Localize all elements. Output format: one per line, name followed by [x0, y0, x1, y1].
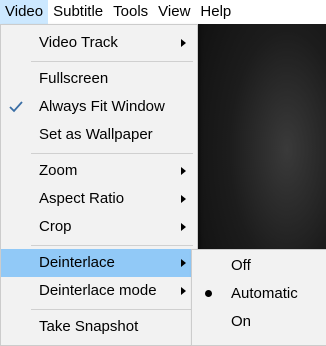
- checkmark-icon: [9, 101, 23, 113]
- menu-item-fullscreen[interactable]: Fullscreen: [1, 65, 197, 93]
- menu-help[interactable]: Help: [195, 0, 236, 24]
- menu-video[interactable]: Video: [0, 0, 49, 24]
- menu-separator: [31, 309, 193, 310]
- radio-bullet-icon: [205, 290, 212, 297]
- menu-item-label: Off: [231, 257, 251, 274]
- menu-item-label: On: [231, 313, 252, 330]
- menu-separator: [31, 61, 193, 62]
- menu-item-set-as-wallpaper[interactable]: Set as Wallpaper: [1, 121, 197, 149]
- menu-tools[interactable]: Tools: [108, 0, 153, 24]
- menu-item-label: Take Snapshot: [39, 318, 139, 335]
- menu-item-label: Always Fit Window: [39, 98, 165, 115]
- menu-item-on[interactable]: On: [192, 308, 326, 336]
- menu-item-aspect-ratio[interactable]: Aspect Ratio: [1, 185, 197, 213]
- menu-item-label: Crop: [39, 218, 72, 235]
- submenu-arrow-icon: [181, 259, 186, 267]
- menu-item-deinterlace[interactable]: Deinterlace: [1, 249, 197, 277]
- menu-item-label: Automatic: [231, 285, 298, 302]
- menu-item-always-fit-window[interactable]: Always Fit Window: [1, 93, 197, 121]
- menu-item-crop[interactable]: Crop: [1, 213, 197, 241]
- deinterlace-submenu: Off Automatic On: [191, 249, 326, 346]
- menu-item-label: Fullscreen: [39, 70, 109, 87]
- menu-subtitle[interactable]: Subtitle: [48, 0, 108, 24]
- video-menu: Video Track Fullscreen Always Fit Window…: [0, 24, 198, 346]
- menu-item-automatic[interactable]: Automatic: [192, 280, 326, 308]
- submenu-arrow-icon: [181, 195, 186, 203]
- menu-item-label: Zoom: [39, 162, 78, 179]
- menu-item-off[interactable]: Off: [192, 252, 326, 280]
- menu-item-label: Set as Wallpaper: [39, 126, 153, 143]
- submenu-arrow-icon: [181, 39, 186, 47]
- menu-item-take-snapshot[interactable]: Take Snapshot: [1, 313, 197, 341]
- menu-view[interactable]: View: [153, 0, 195, 24]
- menu-item-video-track[interactable]: Video Track: [1, 29, 197, 57]
- submenu-arrow-icon: [181, 287, 186, 295]
- menu-item-deinterlace-mode[interactable]: Deinterlace mode: [1, 277, 197, 305]
- menu-item-label: Deinterlace mode: [39, 282, 157, 299]
- menu-separator: [31, 153, 193, 154]
- menu-item-label: Aspect Ratio: [39, 190, 125, 207]
- menu-item-label: Video Track: [39, 34, 118, 51]
- submenu-arrow-icon: [181, 223, 186, 231]
- menu-separator: [31, 245, 193, 246]
- menu-item-zoom[interactable]: Zoom: [1, 157, 197, 185]
- menu-item-label: Deinterlace: [39, 254, 115, 271]
- menu-bar: Video Subtitle Tools View Help: [0, 0, 326, 24]
- submenu-arrow-icon: [181, 167, 186, 175]
